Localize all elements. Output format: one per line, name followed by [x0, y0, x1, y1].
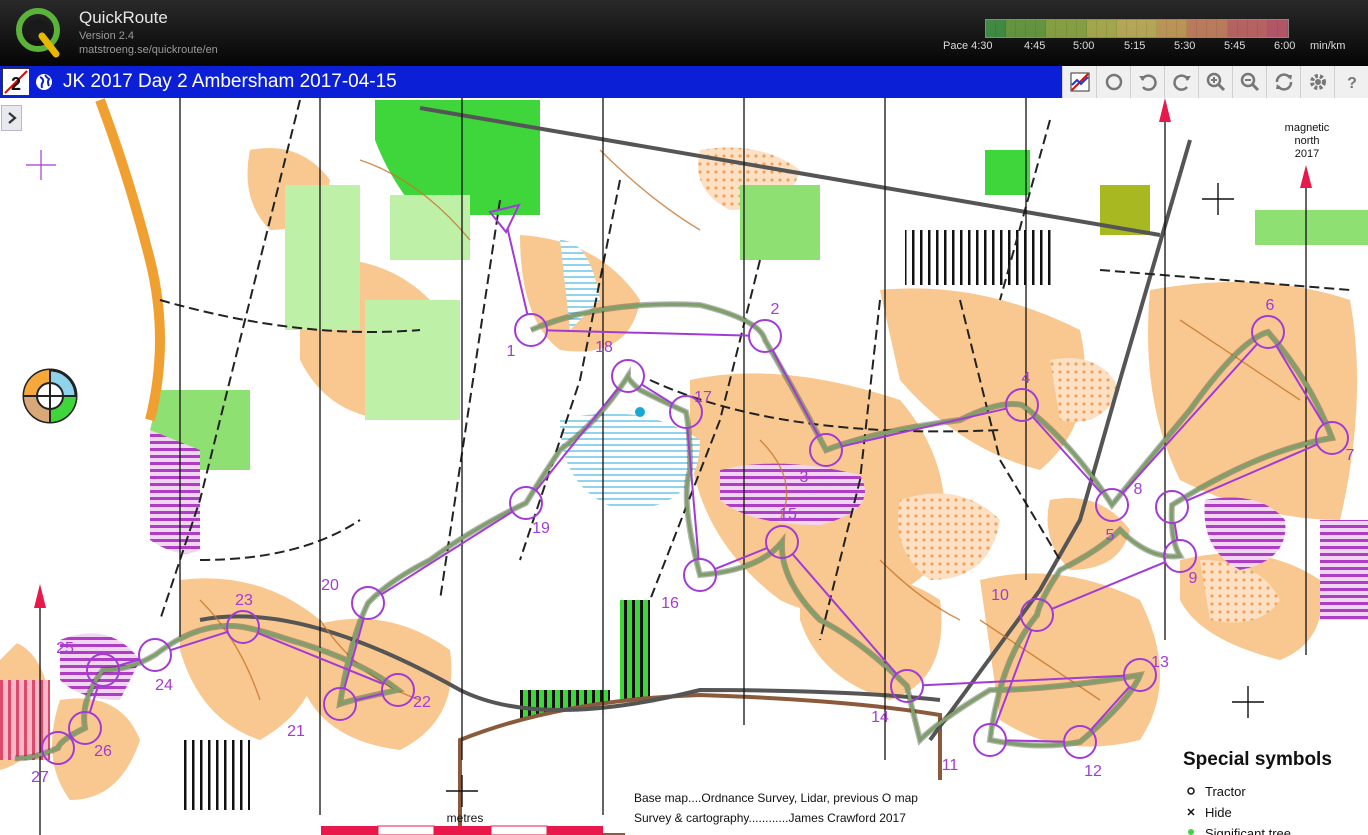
legend-item-tree: Significant tree [1205, 826, 1291, 835]
control-label: 16 [661, 595, 679, 612]
orienteering-map: 1234567891011 121314151617181920212223242… [0, 98, 1368, 835]
refresh-button[interactable] [1266, 66, 1300, 98]
control-label: 3 [800, 469, 809, 486]
zoom-out-button[interactable] [1232, 66, 1266, 98]
control-label: 8 [1134, 481, 1143, 498]
control-label: 27 [31, 769, 49, 786]
redo-icon [1172, 74, 1191, 91]
pace-color-scale [985, 19, 1289, 38]
course-leg [1005, 739, 1065, 743]
control-label: 11 [942, 757, 959, 774]
pace-label: Pace 4:30 [943, 40, 993, 52]
app-header: QuickRoute Version 2.4 matstroeng.se/qui… [0, 0, 1368, 66]
control-label: 20 [321, 577, 339, 594]
undo-button[interactable] [1130, 66, 1164, 98]
svg-text:?: ? [1347, 75, 1357, 92]
pace-label: 4:45 [1024, 40, 1046, 52]
refresh-icon [1275, 73, 1292, 91]
control-label: 6 [1266, 297, 1275, 314]
control-label: 7 [1346, 447, 1355, 464]
control-label: 9 [1189, 570, 1198, 587]
vegetation-hatch [180, 740, 250, 810]
zoom-in-button[interactable] [1198, 66, 1232, 98]
pace-label: 5:15 [1124, 40, 1146, 52]
control-label: 5 [1106, 527, 1115, 544]
control-label: 17 [694, 389, 712, 406]
session-title: JK 2017 Day 2 Ambersham 2017-04-15 [63, 71, 397, 92]
compass-rose [22, 368, 78, 424]
zoom-out-icon [1240, 72, 1259, 92]
magnetic-north-label: 2017 [1295, 148, 1319, 160]
gear-icon [1309, 74, 1326, 90]
pond [635, 407, 645, 417]
app-name: QuickRoute [79, 8, 168, 27]
session-badge[interactable]: 2 [2, 68, 30, 96]
circle-tool-button[interactable] [1096, 66, 1130, 98]
control-label: 12 [1084, 763, 1102, 780]
legend-title: Special symbols [1183, 749, 1332, 770]
credit-base-map: Base map....Ordnance Survey, Lidar, prev… [634, 791, 918, 805]
help-button[interactable]: ? [1334, 66, 1368, 98]
control-label: 25 [56, 640, 74, 657]
control-label: 19 [532, 520, 550, 537]
control-label: 1 [507, 343, 516, 360]
legend-item-hide: Hide [1205, 805, 1232, 820]
session-icon: 2 [4, 70, 28, 94]
pace-label: 6:00 [1274, 40, 1296, 52]
help-icon: ? [1347, 75, 1357, 92]
magnetic-north-label: magnetic [1285, 122, 1330, 134]
scale-bar [321, 825, 603, 835]
pace-unit: min/km [1310, 40, 1346, 52]
tree-symbol [1188, 829, 1194, 835]
app-url[interactable]: matstroeng.se/quickroute/en [79, 44, 218, 56]
redo-button[interactable] [1164, 66, 1198, 98]
undo-icon [1138, 74, 1157, 91]
control-label: 13 [1151, 654, 1169, 671]
legend-item-tractor: Tractor [1205, 784, 1246, 799]
settings-button[interactable] [1300, 66, 1334, 98]
credit-survey: Survey & cartography............James Cr… [634, 811, 906, 825]
pace-scale-labels: Pace 4:30 4:45 5:00 5:15 5:30 5:45 6:00 … [940, 40, 1360, 54]
pace-label: 5:45 [1224, 40, 1246, 52]
control-label: 23 [235, 592, 253, 609]
control-label: 4 [1022, 370, 1031, 387]
control-label: 18 [595, 339, 613, 356]
circle-icon [1105, 73, 1122, 91]
quickroute-logo [16, 8, 60, 58]
control-label: 26 [94, 743, 112, 760]
control-label: 24 [155, 677, 173, 694]
scale-label: metres [447, 811, 484, 825]
control-label: 10 [991, 587, 1009, 604]
chevron-right-icon [7, 112, 17, 124]
control-label: 21 [287, 723, 305, 740]
map-canvas[interactable]: 1 2 3 4 5 6 7 8 9 10 11 12 13 14 15 16 17 18 19 20 21 22 23 24 2… [0, 98, 1368, 835]
control-label: 2 [771, 301, 780, 318]
route-chart-icon [1070, 72, 1089, 92]
map-toolbar: ? [1062, 66, 1368, 98]
session-badge-number: 2 [11, 74, 21, 94]
credits-background [625, 780, 965, 835]
route-toggle-button[interactable] [1062, 66, 1096, 98]
expand-panel-button[interactable] [1, 105, 22, 131]
vegetation-hatch [905, 230, 1055, 285]
pace-label: 5:00 [1073, 40, 1095, 52]
control-label: 15 [779, 506, 797, 523]
globe-icon[interactable] [35, 73, 53, 91]
zoom-in-icon [1206, 72, 1225, 92]
magnetic-north-label: north [1294, 135, 1319, 147]
app-version: Version 2.4 [79, 30, 135, 42]
pace-label: 5:30 [1174, 40, 1196, 52]
control-label: 14 [871, 709, 889, 726]
control-label: 22 [413, 694, 431, 711]
